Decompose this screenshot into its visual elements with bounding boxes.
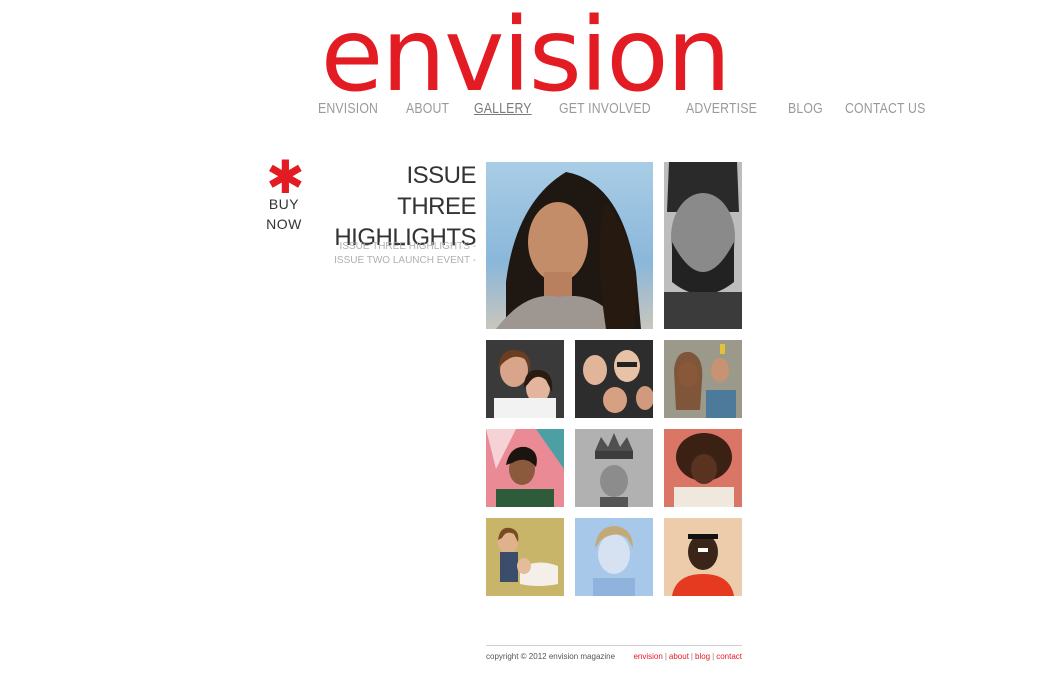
footer-copyright: copyright © 2012 envision magazine (486, 652, 616, 661)
gallery-title-line1: ISSUE THREE (397, 162, 476, 220)
gallery-photo-man-crown[interactable] (575, 429, 653, 507)
man-crown-image (575, 429, 653, 507)
footer-separator: | (664, 652, 667, 661)
blue-portrait-image (575, 518, 653, 596)
nav-gallery[interactable]: GALLERY (474, 100, 532, 117)
woman-flowers-image (486, 429, 564, 507)
gallery-photo-woman-headband[interactable] (664, 518, 742, 596)
gallery-photo-woman-curly-hair[interactable] (486, 162, 653, 329)
couple-outdoors-image (486, 518, 564, 596)
footer-link-blog[interactable]: blog (695, 652, 710, 661)
footer: copyright © 2012 envision magazine envis… (486, 645, 742, 661)
group-faces-image (583, 350, 653, 413)
dolls-image (664, 340, 742, 418)
nav-about[interactable]: ABOUT (406, 100, 449, 117)
nav-contact-us[interactable]: CONTACT US (845, 100, 925, 117)
asterisk-icon: ✱ (266, 150, 305, 204)
gallery-photo-two-girls[interactable] (486, 340, 564, 418)
link-issue-three-highlights[interactable]: ISSUE THREE HIGHLIGHTS - (320, 240, 476, 254)
main-nav: ENVISION ABOUT GALLERY GET INVOLVED ADVE… (318, 100, 943, 117)
gallery-photo-woman-afro[interactable] (664, 429, 742, 507)
buy-label-line2: NOW (266, 216, 302, 232)
footer-separator: | (712, 652, 715, 661)
footer-link-envision[interactable]: envision (633, 652, 662, 661)
woman-afro-image (664, 429, 742, 507)
nav-advertise[interactable]: ADVERTISE (686, 100, 757, 117)
gallery-sublinks: ISSUE THREE HIGHLIGHTS - ISSUE TWO LAUNC… (320, 240, 476, 268)
gallery-photo-group-faces[interactable] (575, 340, 653, 418)
nav-blog[interactable]: BLOG (788, 100, 823, 117)
gallery-photo-woman-flowers[interactable] (486, 429, 564, 507)
gallery-photo-couple-outdoors[interactable] (486, 518, 564, 596)
nav-get-involved[interactable]: GET INVOLVED (559, 100, 651, 117)
nav-envision[interactable]: ENVISION (318, 100, 378, 117)
gallery-photo-bearded-man[interactable] (664, 162, 742, 329)
woman-headband-image (664, 518, 742, 596)
footer-separator: | (690, 652, 693, 661)
site-logo[interactable]: envision (300, 5, 750, 107)
footer-link-about[interactable]: about (669, 652, 689, 661)
footer-link-contact[interactable]: contact (716, 652, 742, 661)
buy-now-button[interactable]: ✱ BUY NOW (266, 150, 305, 234)
bearded-man-image (664, 162, 742, 329)
gallery-photo-dolls[interactable] (664, 340, 742, 418)
buy-label-line1: BUY (268, 196, 300, 212)
two-girls-image (494, 349, 556, 418)
footer-links: envision | about | blog | contact (633, 652, 742, 661)
gallery-photo-blue-portrait[interactable] (575, 518, 653, 596)
woman-portrait-image (496, 172, 641, 329)
link-issue-two-launch-event[interactable]: ISSUE TWO LAUNCH EVENT - (320, 254, 476, 268)
